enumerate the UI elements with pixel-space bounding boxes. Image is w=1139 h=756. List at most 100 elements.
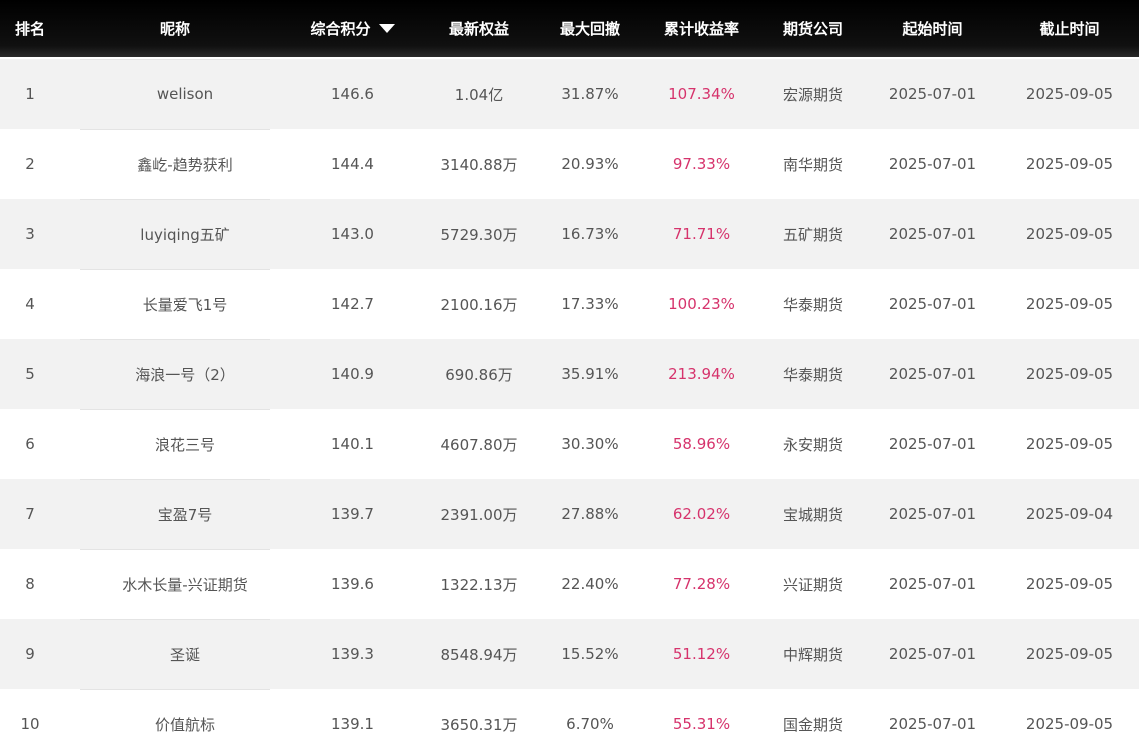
sort-down-icon[interactable] [378, 24, 395, 33]
cell-drawdown: 20.93% [561, 155, 619, 173]
cell-start: 2025-07-01 [888, 155, 977, 173]
cell-return: 97.33% [672, 155, 731, 173]
table-row[interactable]: 1 welison 146.6 1.04亿 31.87% 107.34% 宏源期货 2025-… [0, 59, 1139, 129]
cell-company: 国金期货 [782, 715, 843, 734]
cell-score: 139.1 [331, 715, 374, 733]
table-row[interactable]: 5 海浪一号（2） 140.9 690.86万 35.91% 213.94% 华泰期货 202… [0, 339, 1139, 409]
cell-equity: 1.04亿 [454, 85, 504, 104]
cell-drawdown: 22.40% [561, 575, 619, 593]
cell-rank: 8 [25, 575, 35, 593]
table-row[interactable]: 10 价值航标 139.1 3650.31万 6.70% 55.31% 国金期货 2025-0… [0, 689, 1139, 756]
cell-nickname: luyiqing五矿 [140, 225, 230, 244]
header-return: 累计收益率 [663, 20, 739, 38]
table-row[interactable]: 8 水木长量-兴证期货 139.6 1322.13万 22.40% 77.28% 兴证期货 2… [0, 549, 1139, 619]
header-start: 起始时间 [902, 20, 963, 38]
cell-drawdown: 27.88% [561, 505, 619, 523]
cell-rank: 3 [25, 225, 35, 243]
cell-rank: 5 [25, 365, 35, 383]
cell-drawdown: 31.87% [561, 85, 619, 103]
header-score[interactable]: 综合积分 [290, 0, 415, 57]
cell-rank: 7 [25, 505, 35, 523]
cell-score: 143.0 [331, 225, 374, 243]
cell-equity: 1322.13万 [440, 575, 518, 594]
cell-rank: 9 [25, 645, 35, 663]
cell-end: 2025-09-05 [1025, 295, 1114, 313]
cell-score: 140.9 [331, 365, 374, 383]
cell-nickname: 圣诞 [169, 645, 200, 664]
cell-company: 宏源期货 [782, 85, 843, 104]
cell-end: 2025-09-05 [1025, 225, 1114, 243]
table-row[interactable]: 3 luyiqing五矿 143.0 5729.30万 16.73% 71.71% 五矿期货… [0, 199, 1139, 269]
cell-company: 中辉期货 [782, 645, 843, 664]
cell-rank: 10 [20, 715, 40, 733]
cell-rank: 6 [25, 435, 35, 453]
table-row[interactable]: 9 圣诞 139.3 8548.94万 15.52% 51.12% 中辉期货 2025-07-… [0, 619, 1139, 689]
table-row[interactable]: 7 宝盈7号 139.7 2391.00万 27.88% 62.02% 宝城期货 2025-0… [0, 479, 1139, 549]
cell-equity: 2100.16万 [440, 295, 518, 314]
header-rank: 排名 [14, 20, 45, 38]
header-nickname: 昵称 [159, 20, 190, 38]
cell-start: 2025-07-01 [888, 85, 977, 103]
cell-end: 2025-09-05 [1025, 435, 1114, 453]
cell-equity: 4607.80万 [440, 435, 518, 454]
cell-drawdown: 16.73% [561, 225, 619, 243]
cell-rank: 1 [25, 85, 35, 103]
cell-return: 100.23% [668, 295, 735, 313]
cell-nickname: 浪花三号 [154, 435, 215, 454]
cell-return: 58.96% [672, 435, 731, 453]
cell-equity: 690.86万 [445, 365, 513, 384]
cell-end: 2025-09-05 [1025, 155, 1114, 173]
cell-company: 兴证期货 [782, 575, 843, 594]
cell-return: 71.71% [672, 225, 731, 243]
table-header: 排名 昵称 综合积分 最新权益 最大回撤 累计收益率 期货公司 起始时间 截止时… [0, 0, 1139, 57]
cell-drawdown: 35.91% [561, 365, 619, 383]
cell-nickname: 海浪一号（2） [135, 365, 235, 384]
cell-score: 142.7 [331, 295, 374, 313]
cell-equity: 3650.31万 [440, 715, 518, 734]
cell-score: 146.6 [331, 85, 374, 103]
cell-end: 2025-09-05 [1025, 85, 1114, 103]
table-row[interactable]: 6 浪花三号 140.1 4607.80万 30.30% 58.96% 永安期货 2025-0… [0, 409, 1139, 479]
cell-company: 南华期货 [782, 155, 843, 174]
cell-return: 213.94% [668, 365, 735, 383]
table-row[interactable]: 2 鑫屹-趋势获利 144.4 3140.88万 20.93% 97.33% 南华期货 202… [0, 129, 1139, 199]
cell-drawdown: 30.30% [561, 435, 619, 453]
cell-nickname: 水木长量-兴证期货 [122, 575, 248, 594]
cell-start: 2025-07-01 [888, 505, 977, 523]
cell-score: 144.4 [331, 155, 374, 173]
cell-score: 139.6 [331, 575, 374, 593]
cell-score: 140.1 [331, 435, 374, 453]
cell-return: 51.12% [672, 645, 731, 663]
cell-score: 139.3 [331, 645, 374, 663]
cell-equity: 3140.88万 [440, 155, 518, 174]
cell-company: 华泰期货 [782, 365, 843, 384]
cell-nickname: 宝盈7号 [157, 505, 213, 524]
cell-nickname: welison [156, 85, 214, 103]
table-row[interactable]: 4 长量爱飞1号 142.7 2100.16万 17.33% 100.23% 华泰期货 202… [0, 269, 1139, 339]
cell-return: 107.34% [668, 85, 735, 103]
cell-start: 2025-07-01 [888, 715, 977, 733]
cell-score: 139.7 [331, 505, 374, 523]
cell-equity: 8548.94万 [440, 645, 518, 664]
cell-equity: 2391.00万 [440, 505, 518, 524]
cell-end: 2025-09-05 [1025, 575, 1114, 593]
cell-company: 华泰期货 [782, 295, 843, 314]
cell-end: 2025-09-05 [1025, 715, 1114, 733]
cell-drawdown: 17.33% [561, 295, 619, 313]
cell-start: 2025-07-01 [888, 225, 977, 243]
header-company: 期货公司 [782, 20, 843, 38]
cell-company: 永安期货 [782, 435, 843, 454]
cell-drawdown: 15.52% [561, 645, 619, 663]
cell-start: 2025-07-01 [888, 435, 977, 453]
cell-start: 2025-07-01 [888, 295, 977, 313]
header-drawdown: 最大回撤 [559, 20, 620, 38]
cell-company: 宝城期货 [782, 505, 843, 524]
cell-start: 2025-07-01 [888, 365, 977, 383]
cell-end: 2025-09-05 [1025, 365, 1114, 383]
cell-start: 2025-07-01 [888, 575, 977, 593]
cell-equity: 5729.30万 [440, 225, 518, 244]
header-end: 截止时间 [1039, 20, 1100, 38]
cell-rank: 4 [25, 295, 35, 313]
cell-company: 五矿期货 [782, 225, 843, 244]
cell-return: 55.31% [672, 715, 731, 733]
